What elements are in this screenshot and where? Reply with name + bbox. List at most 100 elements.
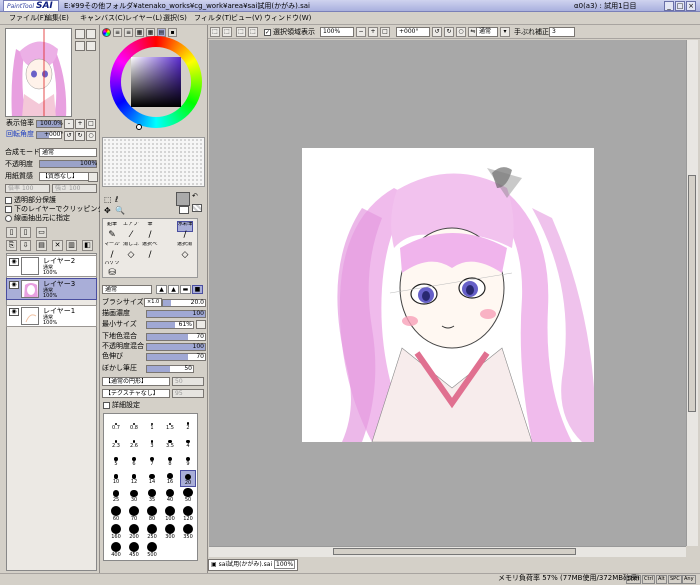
blending-slider[interactable]: 70 xyxy=(146,333,206,341)
brush-size-cell[interactable]: 1 xyxy=(144,416,160,433)
brush-shape-select[interactable]: 【通常の円形】 xyxy=(102,377,170,386)
brush-size-slider[interactable]: 20.0 xyxy=(162,299,206,307)
brush-size-cell[interactable]: 50 xyxy=(180,488,196,505)
merge-layer-icon[interactable]: ▤ xyxy=(36,240,47,251)
menu-window[interactable]: ウィンドウ(W) xyxy=(261,13,314,24)
color-picker-handle[interactable] xyxy=(136,124,142,130)
blur-pressure-slider[interactable]: 50 xyxy=(146,365,194,373)
brush-size-cell[interactable]: 35 xyxy=(144,488,160,505)
density-slider[interactable]: 100 xyxy=(146,310,206,318)
brush-size-cell[interactable]: 2.3 xyxy=(108,434,124,451)
brush-size-cell[interactable]: 3 xyxy=(144,434,160,451)
paper-texture-select[interactable]: 【質感なし】 xyxy=(39,172,89,181)
nav-button-4[interactable] xyxy=(86,41,96,51)
rect-select-icon[interactable]: ⬚ xyxy=(104,195,112,204)
menu-edit[interactable]: 編集(E) xyxy=(42,13,72,24)
canvas-rotate-reset-button[interactable]: ○ xyxy=(456,27,466,37)
edge-shape-2-icon[interactable]: ▲ xyxy=(168,285,179,294)
nav-button-3[interactable] xyxy=(75,41,85,51)
canvas-angle-field[interactable]: +000° xyxy=(396,27,430,37)
protect-alpha-checkbox[interactable] xyxy=(5,197,12,204)
menu-layer[interactable]: レイヤー(L) xyxy=(122,13,165,24)
canvas-zoom-out-button[interactable]: − xyxy=(356,27,366,37)
nav-button-1[interactable] xyxy=(75,29,85,39)
brush-size-cell[interactable]: 8 xyxy=(162,452,178,469)
clear-layer-icon[interactable]: ▥ xyxy=(66,240,77,251)
brush-size-cell[interactable]: 200 xyxy=(126,524,142,541)
palette-tab-icon[interactable]: ▪ xyxy=(168,28,177,37)
eye-icon[interactable]: ◉ xyxy=(9,281,19,289)
document-tab[interactable]: ▣ sai試用(かがみ).sai 100% xyxy=(208,559,298,571)
canvas-rotate-right-button[interactable]: ↻ xyxy=(444,27,454,37)
brush-size-cell[interactable]: 250 xyxy=(144,524,160,541)
delete-layer-icon[interactable]: ✕ xyxy=(52,240,63,251)
zoom-out-button[interactable]: - xyxy=(64,119,74,129)
brush-size-cell[interactable]: 300 xyxy=(162,524,178,541)
move-icon[interactable]: ✥ xyxy=(104,206,111,215)
brush-size-cell[interactable]: 40 xyxy=(162,488,178,505)
layer-item[interactable]: ◉ レイヤー2 通常 100% xyxy=(6,255,97,277)
min-size-menu-button[interactable] xyxy=(196,320,206,329)
selection-display-checkbox[interactable]: ✓ xyxy=(264,29,271,36)
brush-size-cell[interactable]: 2.6 xyxy=(126,434,142,451)
rgb-slider-tab-icon[interactable]: ≡ xyxy=(113,28,122,37)
brush-size-cell[interactable]: 500 xyxy=(144,542,160,559)
brush-size-multiplier[interactable]: ×1.0 xyxy=(144,298,162,307)
hsv-slider-tab-icon[interactable]: ≡ xyxy=(124,28,133,37)
canvas-zoom-reset-button[interactable]: □ xyxy=(380,27,390,37)
blend-mode-select[interactable]: 通常 xyxy=(39,148,97,157)
brush-texture-select[interactable]: 【テクスチャなし】 xyxy=(102,389,170,398)
brush-mode-select[interactable]: 通常 xyxy=(102,285,152,294)
drawing-canvas[interactable] xyxy=(302,148,594,442)
stabilizer-field[interactable]: 3 xyxy=(549,27,575,37)
min-size-slider[interactable]: 61% xyxy=(146,321,194,329)
brush-size-cell[interactable]: 25 xyxy=(108,488,124,505)
brush-size-cell[interactable]: 1.5 xyxy=(162,416,178,433)
color-wheel-tab-icon[interactable] xyxy=(102,28,111,37)
navigator-preview[interactable] xyxy=(5,28,72,117)
layer-option-icon[interactable]: ◧ xyxy=(82,240,93,251)
brush-size-cell[interactable]: 14 xyxy=(144,470,160,487)
paper-texture-menu-button[interactable] xyxy=(88,172,98,182)
layer-item[interactable]: ◉ レイヤー1 通常 100% xyxy=(6,305,97,327)
layer-item-selected[interactable]: ◉ レイヤー3 通常 100% xyxy=(6,278,97,300)
menu-select[interactable]: 選択(S) xyxy=(160,13,190,24)
canvas-rotate-left-button[interactable]: ↺ xyxy=(432,27,442,37)
rotate-reset-button[interactable]: ○ xyxy=(86,131,96,141)
brush-size-cell[interactable]: 5 xyxy=(108,452,124,469)
brush-size-cell[interactable]: 3.5 xyxy=(162,434,178,451)
brush-size-cell[interactable]: 70 xyxy=(126,506,142,523)
persistence-slider[interactable]: 70 xyxy=(146,353,206,361)
edge-shape-1-icon[interactable]: ▲ xyxy=(156,285,167,294)
brush-size-cell[interactable]: 6 xyxy=(126,452,142,469)
menu-canvas[interactable]: キャンバス(C) xyxy=(77,13,128,24)
zoom-icon[interactable]: 🔍 xyxy=(115,206,125,215)
brush-size-cell[interactable]: 0.8 xyxy=(126,416,142,433)
swap-colors-icon[interactable]: ↶ xyxy=(192,192,198,200)
brush-size-cell[interactable]: 30 xyxy=(126,488,142,505)
copy-layer-icon[interactable]: ⎘ xyxy=(6,240,17,251)
dilution-slider[interactable]: 100 xyxy=(146,343,206,351)
brush-size-cell[interactable]: 10 xyxy=(108,470,124,487)
rotate-right-button[interactable]: ↻ xyxy=(75,131,85,141)
transparent-color-swatch[interactable] xyxy=(192,204,202,212)
brush-size-cell[interactable]: 80 xyxy=(144,506,160,523)
edge-shape-3-icon[interactable]: ▬ xyxy=(180,285,191,294)
foreground-color-swatch[interactable] xyxy=(176,192,190,206)
lasso-icon[interactable]: ℓ xyxy=(115,195,118,204)
horizontal-scroll-thumb[interactable] xyxy=(333,548,576,555)
maximize-button[interactable]: □ xyxy=(675,1,685,11)
brush-size-cell[interactable]: 160 xyxy=(108,524,124,541)
edge-shape-4-icon[interactable]: ■ xyxy=(192,285,203,294)
invert-selection-icon[interactable]: ⬚ xyxy=(236,27,246,37)
new-linework-layer-icon[interactable]: ▯ xyxy=(20,227,31,238)
brush-size-cell[interactable]: 450 xyxy=(126,542,142,559)
eye-icon[interactable]: ◉ xyxy=(9,258,19,266)
select-all-icon[interactable]: ⬚ xyxy=(210,27,220,37)
brush-size-cell[interactable]: 2 xyxy=(180,416,196,433)
new-folder-icon[interactable]: ▭ xyxy=(36,227,47,238)
brush-size-cell[interactable]: 100 xyxy=(162,506,178,523)
merge-down-icon[interactable]: ⇩ xyxy=(20,240,31,251)
detail-settings-checkbox[interactable] xyxy=(103,402,110,409)
nav-button-2[interactable] xyxy=(86,29,96,39)
